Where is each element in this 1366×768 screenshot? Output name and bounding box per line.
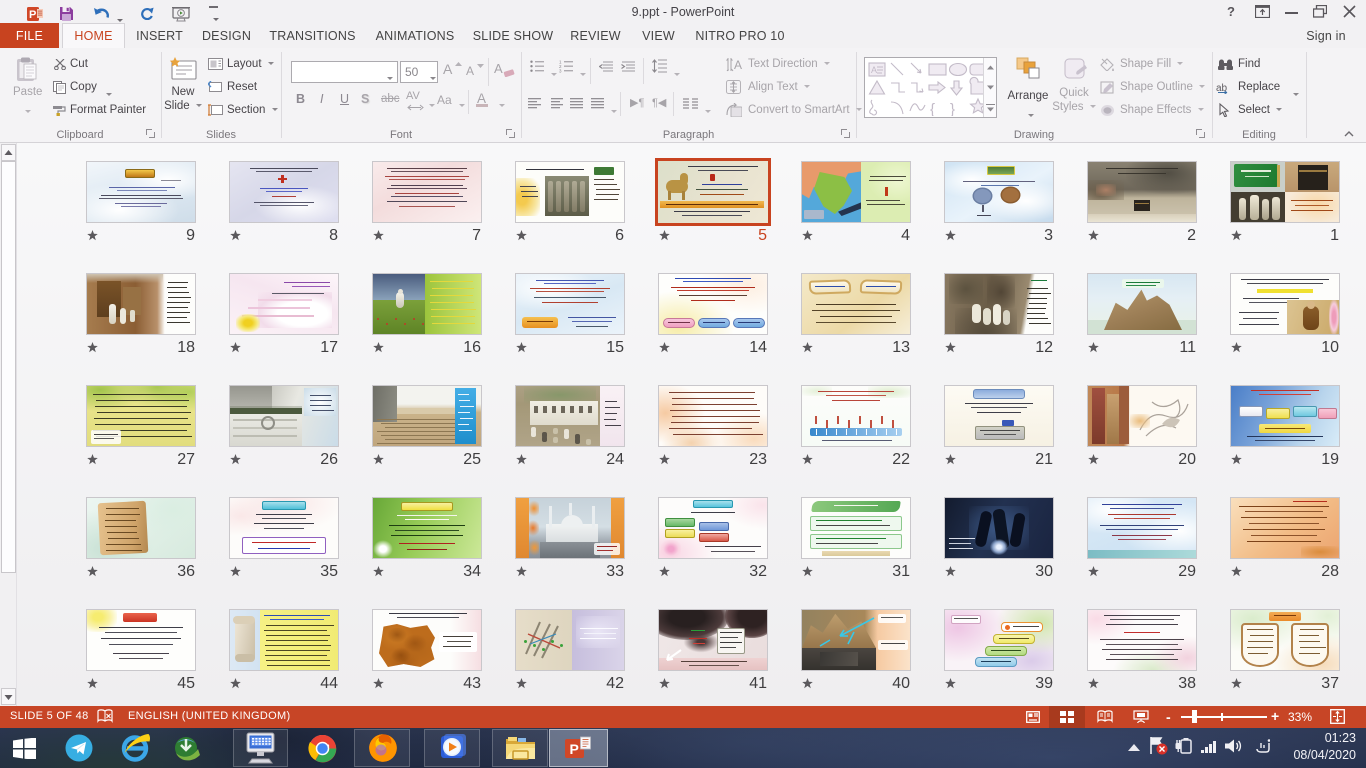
svg-text:3: 3 [559, 69, 562, 73]
svg-text:A: A [871, 65, 877, 75]
svg-text:}: } [950, 101, 955, 116]
svg-text:{: { [930, 101, 935, 116]
svg-text:P: P [570, 741, 579, 757]
svg-text:A: A [734, 58, 742, 72]
